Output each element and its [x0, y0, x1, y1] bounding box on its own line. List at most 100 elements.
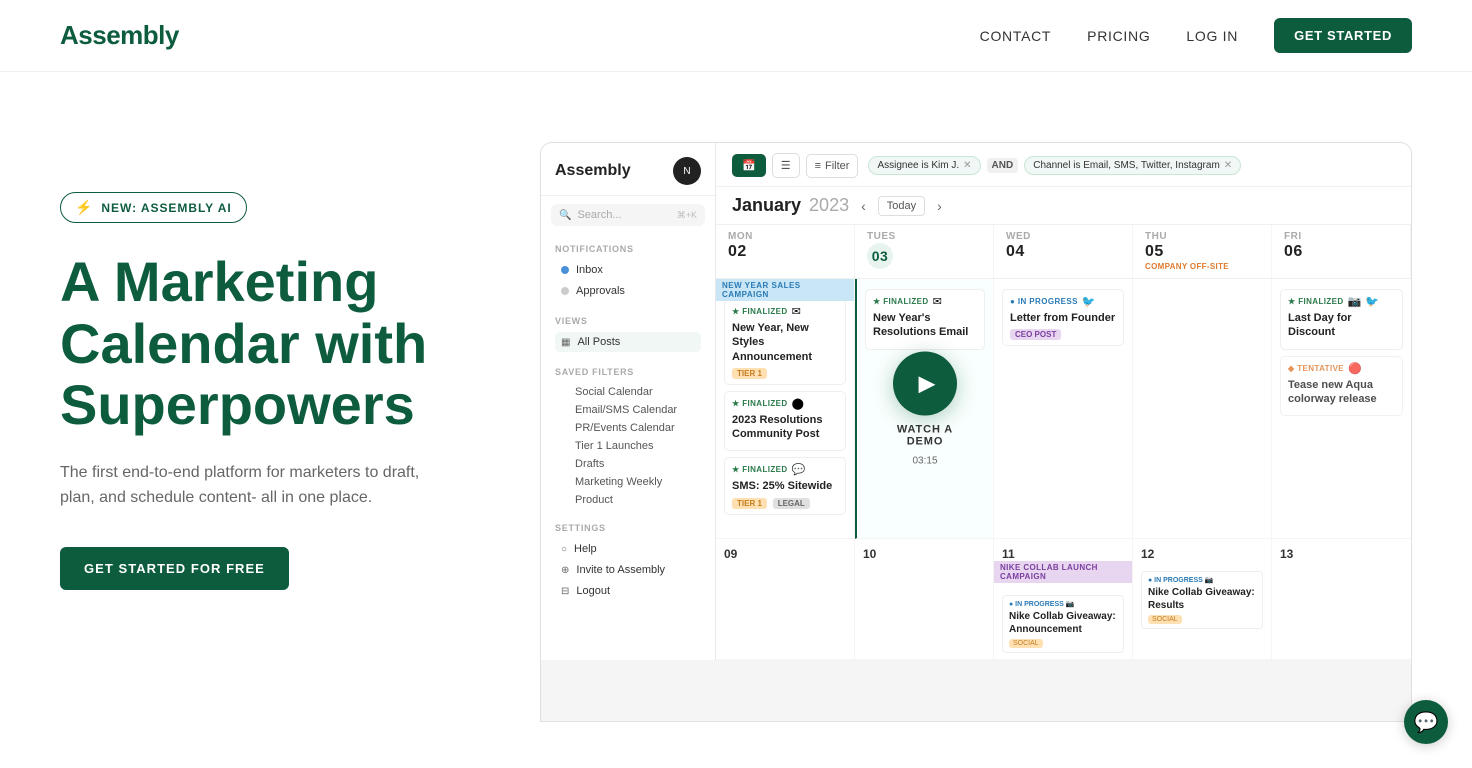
- filter-assignee-text: Assignee is Kim J.: [877, 160, 959, 171]
- cal-month: January: [732, 195, 801, 216]
- nav-get-started[interactable]: GET STARTED: [1274, 18, 1412, 53]
- post-title-1: New Year, New Styles Announcement: [732, 321, 838, 364]
- sidebar-email-sms-calendar[interactable]: Email/SMS Calendar: [555, 401, 701, 419]
- inbox-dot: [561, 266, 569, 274]
- badge-icon: ⚡: [75, 199, 93, 216]
- sidebar-approvals[interactable]: Approvals: [555, 281, 701, 301]
- post-card-fri-2[interactable]: TENTATIVE 🔴 Tease new Aqua colorway rele…: [1280, 356, 1403, 417]
- campaign-bar-newyear: NEW YEAR SALES CAMPAIGN: [716, 279, 854, 301]
- day-num-thu: 05: [1145, 243, 1259, 261]
- inbox-label: Inbox: [576, 264, 603, 276]
- day-header-mon: MON 02: [716, 225, 855, 278]
- search-text: Search...: [577, 209, 670, 221]
- chat-bubble[interactable]: 💬: [1404, 700, 1448, 744]
- search-icon: 🔍: [559, 210, 571, 221]
- filter-chip-assignee[interactable]: Assignee is Kim J. ✕: [868, 156, 980, 175]
- hero-title-line1: A Marketing: [60, 250, 378, 313]
- post-channel-fri-2: 🔴: [1348, 362, 1362, 375]
- hero-description: The first end-to-end platform for market…: [60, 460, 420, 511]
- post-tag-tier1-3: TIER 1: [732, 498, 767, 509]
- search-kbd: ⌘+K: [677, 210, 697, 221]
- post-card-nike-1[interactable]: ● IN PROGRESS 📷 Nike Collab Giveaway: An…: [1002, 595, 1124, 653]
- nike-campaign-bar: NIKE COLLAB LAUNCH CAMPAIGN: [994, 561, 1132, 583]
- all-posts-label: All Posts: [577, 336, 620, 348]
- post-card-3-meta: FINALIZED 💬: [732, 463, 838, 476]
- sidebar-saved-filters: SAVED FILTERS Social Calendar Email/SMS …: [541, 357, 715, 513]
- cal-cell-fri: FINALIZED 📷 🐦 Last Day for Discount TENT…: [1272, 279, 1411, 539]
- cal-view-calendar[interactable]: 📅: [732, 154, 766, 177]
- play-icon: ▶: [919, 370, 936, 396]
- cal-today[interactable]: Today: [878, 196, 925, 216]
- demo-duration: 03:15: [912, 455, 937, 466]
- sidebar-marketing-weekly[interactable]: Marketing Weekly: [555, 473, 701, 491]
- day-header-thu: THU 05 COMPANY OFF-SITE: [1133, 225, 1272, 278]
- post-card-wed-1-meta: IN PROGRESS 🐦: [1010, 295, 1116, 308]
- filter-and-label: AND: [987, 158, 1019, 173]
- nav-contact[interactable]: CONTACT: [980, 28, 1052, 44]
- sidebar-social-calendar[interactable]: Social Calendar: [555, 383, 701, 401]
- settings-label: SETTINGS: [555, 523, 701, 533]
- demo-play-button[interactable]: ▶: [893, 351, 957, 415]
- hero-section: ⚡ NEW: ASSEMBLY AI A Marketing Calendar …: [0, 72, 1472, 768]
- filter-assignee-close[interactable]: ✕: [963, 160, 971, 171]
- day-name-mon: MON: [728, 231, 753, 242]
- cal-header: 📅 ☰ ≡ Filter Assignee is Kim J.: [716, 143, 1411, 187]
- sidebar: Assembly N 🔍 Search... ⌘+K NOTIFICATIONS…: [541, 143, 716, 660]
- post-card-nike-2[interactable]: ● IN PROGRESS 📷 Nike Collab Giveaway: Re…: [1141, 571, 1263, 629]
- post-channel-fri-1: 📷: [1348, 295, 1362, 308]
- cal-view-list[interactable]: ☰: [772, 153, 800, 178]
- post-card-fri-1[interactable]: FINALIZED 📷 🐦 Last Day for Discount: [1280, 289, 1403, 350]
- sidebar-invite[interactable]: ⊕ Invite to Assembly: [555, 560, 701, 580]
- post-card-2-meta: FINALIZED ⬤: [732, 397, 838, 410]
- cal-prev[interactable]: ‹: [857, 196, 870, 216]
- sidebar-settings: SETTINGS ○ Help ⊕ Invite to Assembly ⊟ L…: [541, 513, 715, 606]
- demo-overlay: ▶ WATCH A DEMO 03:15: [891, 351, 959, 466]
- sidebar-logout[interactable]: ⊟ Logout: [555, 581, 701, 601]
- sidebar-drafts[interactable]: Drafts: [555, 455, 701, 473]
- all-posts-icon: ▦: [561, 337, 570, 348]
- calendar-icon: 📅: [742, 159, 756, 172]
- sidebar-header: Assembly N: [541, 143, 715, 196]
- day-num-tues: 03: [867, 243, 893, 269]
- post-channel-fri-1b: 🐦: [1365, 295, 1379, 308]
- nav-pricing[interactable]: PRICING: [1087, 28, 1150, 44]
- sidebar-inbox[interactable]: Inbox: [555, 260, 701, 280]
- cal-days-header: MON 02 TUES 03 WED 04 THU 05 COMPANY O: [716, 225, 1411, 279]
- sidebar-help[interactable]: ○ Help: [555, 539, 701, 559]
- post-card-3[interactable]: FINALIZED 💬 SMS: 25% Sitewide TIER 1 LEG…: [724, 457, 846, 514]
- cal-cell2-11: 11 NIKE COLLAB LAUNCH CAMPAIGN ● IN PROG…: [994, 539, 1133, 660]
- cal-next[interactable]: ›: [933, 196, 946, 216]
- invite-label: Invite to Assembly: [576, 564, 665, 576]
- post-card-wed-1[interactable]: IN PROGRESS 🐦 Letter from Founder CEO PO…: [1002, 289, 1124, 346]
- sidebar-logo: Assembly: [555, 162, 631, 180]
- filter-chip-channel[interactable]: Channel is Email, SMS, Twitter, Instagra…: [1024, 156, 1241, 175]
- logout-icon: ⊟: [561, 586, 569, 597]
- sidebar-all-posts[interactable]: ▦ All Posts: [555, 332, 701, 352]
- filter-button[interactable]: ≡ Filter: [806, 154, 859, 178]
- nav-login[interactable]: LOG IN: [1186, 28, 1238, 44]
- post-title-nike-1: Nike Collab Giveaway: Announcement: [1009, 610, 1117, 636]
- post-card-2[interactable]: FINALIZED ⬤ 2023 Resolutions Community P…: [724, 391, 846, 452]
- nav-links: CONTACT PRICING LOG IN GET STARTED: [980, 18, 1412, 53]
- cal-cell2-09: 09: [716, 539, 855, 660]
- post-channel-tues-1: ✉: [933, 295, 942, 308]
- post-title-fri-1: Last Day for Discount: [1288, 311, 1395, 340]
- post-status-nike-2: ● IN PROGRESS 📷: [1148, 576, 1256, 584]
- sidebar-product[interactable]: Product: [555, 491, 701, 509]
- hero-cta-button[interactable]: GET STARTED FOR FREE: [60, 547, 289, 590]
- week2-num-13: 13: [1280, 547, 1293, 561]
- post-tag-ceo: CEO POST: [1010, 329, 1061, 340]
- post-card-1[interactable]: FINALIZED ✉ New Year, New Styles Announc…: [724, 299, 846, 385]
- sidebar-tier1-launches[interactable]: Tier 1 Launches: [555, 437, 701, 455]
- post-title-tues-1: New Year's Resolutions Email: [873, 311, 977, 340]
- post-status-fri-1: FINALIZED: [1288, 297, 1344, 306]
- sidebar-search[interactable]: 🔍 Search... ⌘+K: [551, 204, 705, 226]
- post-status-3: FINALIZED: [732, 465, 788, 474]
- post-card-tues-1[interactable]: FINALIZED ✉ New Year's Resolutions Email: [865, 289, 985, 350]
- filter-channel-close[interactable]: ✕: [1224, 160, 1232, 171]
- sidebar-pr-events-calendar[interactable]: PR/Events Calendar: [555, 419, 701, 437]
- nav-logo[interactable]: Assembly: [60, 20, 179, 51]
- post-card-fri-1-meta: FINALIZED 📷 🐦: [1288, 295, 1395, 308]
- day-num-mon: 02: [728, 243, 842, 261]
- campaign-name: NEW YEAR SALES CAMPAIGN: [722, 281, 801, 299]
